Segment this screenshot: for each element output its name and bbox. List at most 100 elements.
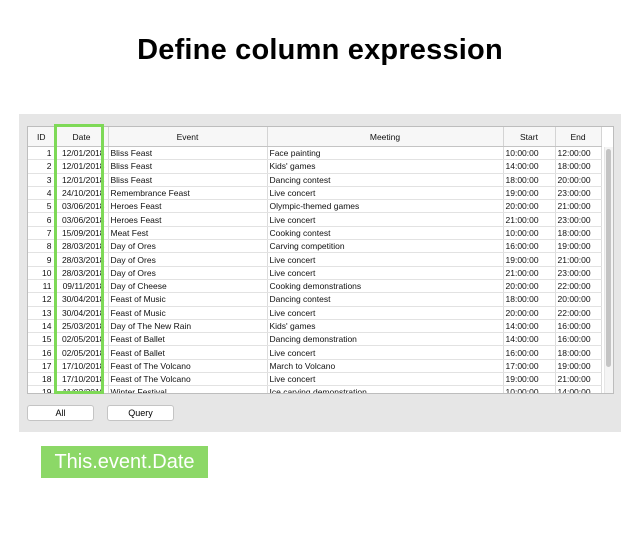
table-row[interactable]: 1 12/01/2018 Bliss Feast Face painting 10:00… bbox=[28, 146, 602, 161]
cell-start[interactable]: 14:00:00 bbox=[503, 332, 556, 347]
cell-date[interactable]: 02/05/2018 bbox=[55, 345, 109, 360]
column-header-event[interactable]: Event bbox=[108, 127, 268, 147]
cell-meeting[interactable]: Live concert bbox=[267, 266, 504, 280]
cell-end[interactable]: 21:00:00 bbox=[555, 199, 602, 214]
cell-meeting[interactable]: Face painting bbox=[267, 146, 504, 161]
cell-start[interactable]: 18:00:00 bbox=[503, 292, 556, 307]
cell-date[interactable]: 12/01/2018 bbox=[55, 146, 109, 161]
cell-start[interactable]: 21:00:00 bbox=[503, 212, 556, 227]
cell-date[interactable]: 28/03/2018 bbox=[55, 239, 109, 254]
cell-date[interactable]: 11/02/2018 bbox=[55, 385, 109, 393]
table-row[interactable]: 6 03/06/2018 Heroes Feast Live concert 21:00… bbox=[28, 212, 602, 227]
cell-id[interactable]: 13 bbox=[28, 306, 56, 320]
cell-id[interactable]: 14 bbox=[28, 319, 56, 334]
column-header-meeting[interactable]: Meeting bbox=[267, 127, 504, 147]
cell-end[interactable]: 23:00:00 bbox=[555, 266, 602, 280]
cell-event[interactable]: Bliss Feast bbox=[108, 146, 268, 161]
cell-date[interactable]: 15/09/2018 bbox=[55, 226, 109, 241]
cell-event[interactable]: Remembrance Feast bbox=[108, 186, 268, 201]
cell-start[interactable]: 20:00:00 bbox=[503, 306, 556, 320]
cell-end[interactable]: 14:00:00 bbox=[555, 385, 602, 393]
cell-id[interactable]: 4 bbox=[28, 186, 56, 201]
cell-event[interactable]: Feast of Music bbox=[108, 292, 268, 307]
cell-event[interactable]: Day of Cheese bbox=[108, 279, 268, 294]
cell-id[interactable]: 11 bbox=[28, 279, 56, 294]
cell-event[interactable]: Feast of The Volcano bbox=[108, 372, 268, 387]
cell-end[interactable]: 22:00:00 bbox=[555, 306, 602, 320]
cell-date[interactable]: 24/10/2018 bbox=[55, 186, 109, 201]
cell-date[interactable]: 12/01/2018 bbox=[55, 159, 109, 174]
table-row[interactable]: 7 15/09/2018 Meat Fest Cooking contest 10:00… bbox=[28, 226, 602, 241]
cell-event[interactable]: Winter Festival bbox=[108, 385, 268, 393]
cell-event[interactable]: Bliss Feast bbox=[108, 173, 268, 187]
cell-date[interactable]: 03/06/2018 bbox=[55, 199, 109, 214]
cell-event[interactable]: Day of Ores bbox=[108, 266, 268, 280]
column-header-id[interactable]: ID bbox=[28, 127, 56, 147]
cell-start[interactable]: 14:00:00 bbox=[503, 159, 556, 174]
table-row[interactable]: 8 28/03/2018 Day of Ores Carving competitio… bbox=[28, 239, 602, 254]
cell-end[interactable]: 22:00:00 bbox=[555, 279, 602, 294]
cell-meeting[interactable]: Live concert bbox=[267, 186, 504, 201]
table-row[interactable]: 13 30/04/2018 Feast of Music Live concert 20… bbox=[28, 306, 602, 320]
cell-end[interactable]: 16:00:00 bbox=[555, 319, 602, 334]
cell-start[interactable]: 16:00:00 bbox=[503, 239, 556, 254]
cell-end[interactable]: 12:00:00 bbox=[555, 146, 602, 161]
cell-id[interactable]: 5 bbox=[28, 199, 56, 214]
cell-date[interactable]: 30/04/2018 bbox=[55, 306, 109, 320]
table-row[interactable]: 16 02/05/2018 Feast of Ballet Live concert 1… bbox=[28, 345, 602, 360]
cell-id[interactable]: 7 bbox=[28, 226, 56, 241]
table-row[interactable]: 14 25/03/2018 Day of The New Rain Kids' gam… bbox=[28, 319, 602, 334]
cell-id[interactable]: 10 bbox=[28, 266, 56, 280]
column-header-date[interactable]: Date bbox=[55, 127, 109, 147]
cell-meeting[interactable]: Olympic-themed games bbox=[267, 199, 504, 214]
cell-end[interactable]: 19:00:00 bbox=[555, 239, 602, 254]
cell-event[interactable]: Bliss Feast bbox=[108, 159, 268, 174]
cell-end[interactable]: 16:00:00 bbox=[555, 332, 602, 347]
cell-id[interactable]: 6 bbox=[28, 212, 56, 227]
vertical-scrollbar[interactable] bbox=[604, 147, 613, 393]
cell-id[interactable]: 8 bbox=[28, 239, 56, 254]
cell-end[interactable]: 18:00:00 bbox=[555, 226, 602, 241]
cell-meeting[interactable]: Live concert bbox=[267, 306, 504, 320]
cell-date[interactable]: 12/01/2018 bbox=[55, 173, 109, 187]
cell-meeting[interactable]: Live concert bbox=[267, 252, 504, 267]
cell-end[interactable]: 23:00:00 bbox=[555, 186, 602, 201]
cell-id[interactable]: 9 bbox=[28, 252, 56, 267]
cell-start[interactable]: 19:00:00 bbox=[503, 252, 556, 267]
cell-meeting[interactable]: Live concert bbox=[267, 345, 504, 360]
cell-id[interactable]: 3 bbox=[28, 173, 56, 187]
table-row[interactable]: 11 09/11/2018 Day of Cheese Cooking demonst… bbox=[28, 279, 602, 294]
cell-event[interactable]: Feast of Ballet bbox=[108, 332, 268, 347]
cell-date[interactable]: 17/10/2018 bbox=[55, 372, 109, 387]
cell-start[interactable]: 10:00:00 bbox=[503, 146, 556, 161]
cell-event[interactable]: Feast of Music bbox=[108, 306, 268, 320]
cell-end[interactable]: 20:00:00 bbox=[555, 292, 602, 307]
cell-meeting[interactable]: Kids' games bbox=[267, 319, 504, 334]
table-row[interactable]: 12 30/04/2018 Feast of Music Dancing contes… bbox=[28, 292, 602, 307]
events-table[interactable]: ID Date Event Meeting Start End 1 12/01/2… bbox=[27, 126, 614, 394]
cell-id[interactable]: 12 bbox=[28, 292, 56, 307]
table-row[interactable]: 10 28/03/2018 Day of Ores Live concert 21:00… bbox=[28, 266, 602, 280]
cell-meeting[interactable]: Cooking contest bbox=[267, 226, 504, 241]
cell-id[interactable]: 19 bbox=[28, 385, 56, 393]
cell-date[interactable]: 09/11/2018 bbox=[55, 279, 109, 294]
cell-date[interactable]: 28/03/2018 bbox=[55, 252, 109, 267]
cell-end[interactable]: 21:00:00 bbox=[555, 372, 602, 387]
cell-start[interactable]: 20:00:00 bbox=[503, 279, 556, 294]
cell-id[interactable]: 17 bbox=[28, 359, 56, 374]
cell-start[interactable]: 19:00:00 bbox=[503, 186, 556, 201]
column-header-end[interactable]: End bbox=[555, 127, 602, 147]
cell-start[interactable]: 10:00:00 bbox=[503, 385, 556, 393]
table-row[interactable]: 19 11/02/2018 Winter Festival Ice carving d… bbox=[28, 385, 602, 393]
cell-meeting[interactable]: Live concert bbox=[267, 372, 504, 387]
column-header-start[interactable]: Start bbox=[503, 127, 556, 147]
cell-meeting[interactable]: Kids' games bbox=[267, 159, 504, 174]
table-row[interactable]: 9 28/03/2018 Day of Ores Live concert 19:00:… bbox=[28, 252, 602, 267]
cell-date[interactable]: 03/06/2018 bbox=[55, 212, 109, 227]
cell-date[interactable]: 28/03/2018 bbox=[55, 266, 109, 280]
table-row[interactable]: 17 17/10/2018 Feast of The Volcano March to… bbox=[28, 359, 602, 374]
cell-id[interactable]: 18 bbox=[28, 372, 56, 387]
cell-event[interactable]: Day of Ores bbox=[108, 252, 268, 267]
cell-start[interactable]: 16:00:00 bbox=[503, 345, 556, 360]
cell-start[interactable]: 14:00:00 bbox=[503, 319, 556, 334]
